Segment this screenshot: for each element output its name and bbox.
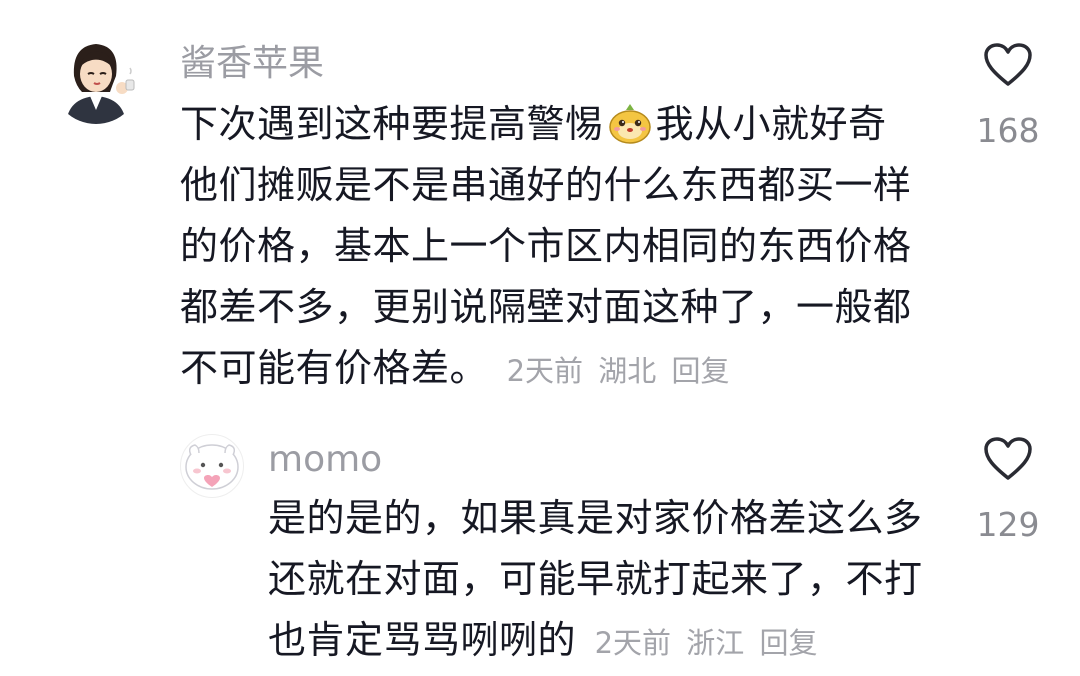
- comment-meta: 2天前 湖北 回复: [501, 354, 730, 388]
- like-count: 129: [976, 505, 1040, 544]
- like-count: 168: [976, 111, 1040, 150]
- comment-time: 2天前: [594, 626, 672, 660]
- comment-text: 是的是的，如果真是对家价格差这么多还就在对面，可能早就打起来了，不打也肯定骂骂咧…: [268, 488, 928, 674]
- comment-text: 下次遇到这种要提高警惕 我从小就好奇他们摊贩是不是串通好的什么东西都买一样的价格…: [180, 94, 920, 402]
- avatar[interactable]: [52, 36, 140, 124]
- comment-text-part: 下次遇到这种要提高警惕: [180, 102, 604, 146]
- comment-meta: 2天前 浙江 回复: [589, 626, 818, 660]
- comment-location: 浙江: [686, 626, 745, 660]
- comment-username[interactable]: momo: [268, 442, 382, 478]
- reply-item: momo 是的是的，如果真是对家价格差这么多还就在对面，可能早就打起来了，不打也…: [0, 400, 1080, 676]
- comment-username[interactable]: 酱香苹果: [180, 46, 324, 82]
- avatar[interactable]: [180, 434, 244, 498]
- like-button[interactable]: 168: [963, 42, 1053, 147]
- comment-time: 2天前: [506, 354, 584, 388]
- heart-icon: [984, 437, 1032, 480]
- reply-button[interactable]: 回复: [672, 354, 730, 388]
- mascot-face-emoji: [606, 101, 654, 145]
- comment-location: 湖北: [598, 354, 657, 388]
- like-button[interactable]: 129: [963, 436, 1053, 541]
- reply-button[interactable]: 回复: [760, 626, 818, 660]
- heart-icon: [984, 43, 1032, 86]
- comment-item: 酱香苹果 下次遇到这种要提高警惕 我从小就好奇他们摊贩是不是串通好的什么东西都买…: [0, 0, 1080, 400]
